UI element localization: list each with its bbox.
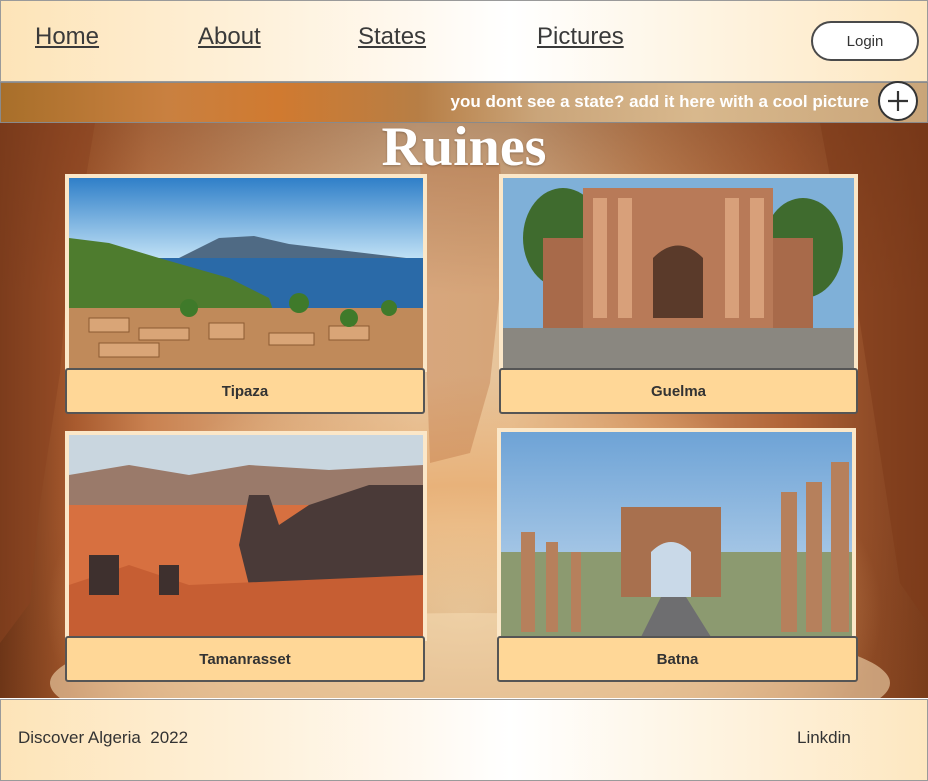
add-state-text: you dont see a state? add it here with a…	[450, 92, 869, 111]
top-navbar: Home About States Pictures Login	[0, 0, 928, 82]
add-state-banner: you dont see a state? add it here with a…	[0, 82, 928, 123]
nav-link-pictures[interactable]: Pictures	[537, 23, 624, 51]
plus-icon	[888, 91, 908, 111]
card-guelma: Guelma	[499, 174, 859, 416]
card-tamanrasset: Tamanrasset	[65, 431, 427, 683]
nav-link-about[interactable]: About	[198, 23, 261, 51]
batna-photo[interactable]	[497, 428, 856, 641]
page-title: Ruines	[381, 123, 547, 178]
caption-tipaza[interactable]: Tipaza	[65, 368, 425, 414]
guelma-photo[interactable]	[499, 174, 858, 372]
tipaza-photo[interactable]	[65, 174, 427, 372]
card-tipaza: Tipaza	[65, 174, 427, 416]
nav-link-home[interactable]: Home	[35, 23, 99, 51]
footer: Discover Algeria 2022 Linkdin	[0, 699, 928, 781]
caption-tamanrasset[interactable]: Tamanrasset	[65, 636, 425, 682]
hero-section: Ruines Tipaza Guelma Tamanrasset Batna	[0, 123, 928, 698]
caption-guelma[interactable]: Guelma	[499, 368, 858, 414]
card-batna: Batna	[497, 428, 859, 684]
tamanrasset-photo[interactable]	[65, 431, 427, 641]
footer-linkedin-link[interactable]: Linkdin	[797, 728, 851, 748]
footer-copyright: Discover Algeria 2022	[18, 728, 189, 747]
login-button[interactable]: Login	[811, 21, 919, 61]
nav-link-states[interactable]: States	[358, 23, 426, 51]
add-state-button[interactable]	[878, 81, 918, 121]
caption-batna[interactable]: Batna	[497, 636, 858, 682]
